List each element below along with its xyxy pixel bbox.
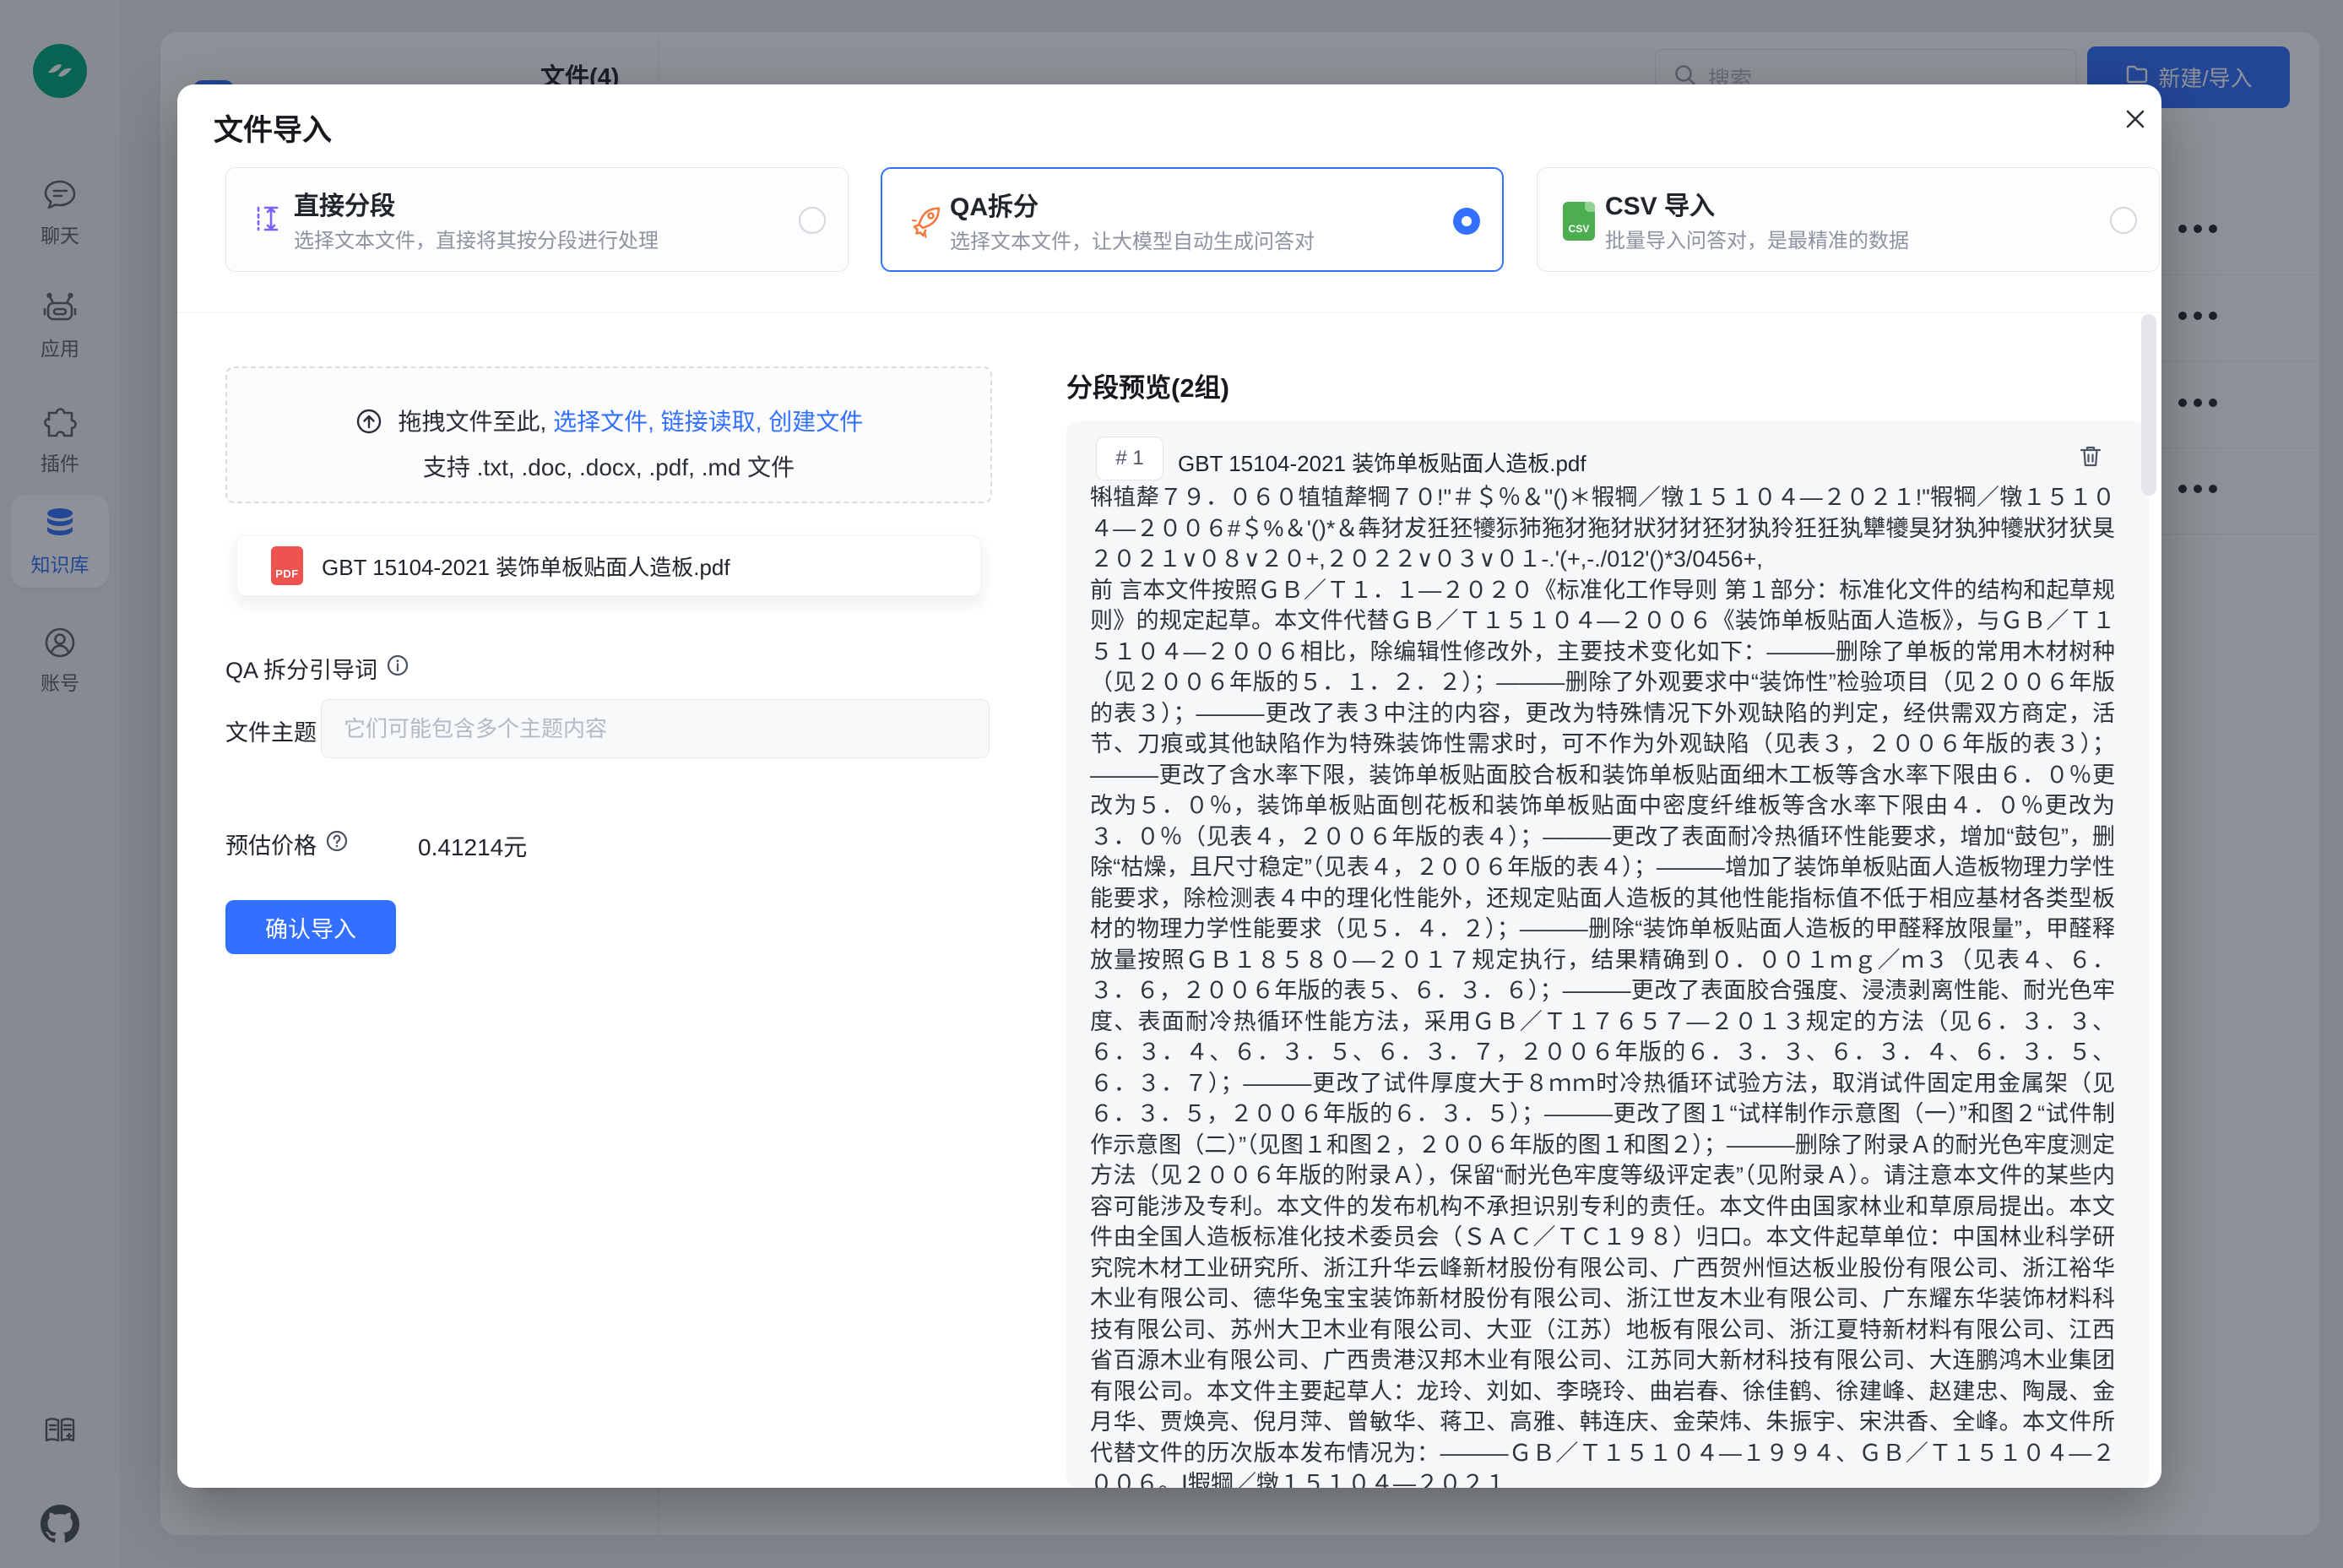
mode-title: CSV 导入 <box>1605 185 1715 222</box>
upload-links[interactable]: 选择文件, 链接读取, 创建文件 <box>553 409 863 435</box>
price-label-row: 预估价格 <box>225 827 349 860</box>
file-import-dialog: 文件导入 直接分段 选择文本文件，直接将其按分段进行处理 QA拆分 选择文本文件… <box>177 84 2161 1488</box>
csv-icon-label: CSV <box>1563 223 1595 235</box>
upload-dropzone[interactable]: 拖拽文件至此, 选择文件, 链接读取, 创建文件 支持 .txt, .doc, … <box>225 366 992 503</box>
segment-icon <box>252 202 285 240</box>
mode-card-csv-import[interactable]: CSV CSV 导入 批量导入问答对，是最精准的数据 <box>1537 167 2160 272</box>
upload-icon <box>355 409 399 435</box>
help-icon[interactable] <box>325 829 349 859</box>
uploaded-file-name: GBT 15104-2021 装饰单板贴面人造板.pdf <box>322 551 730 582</box>
delete-segment-button[interactable] <box>2076 442 2105 475</box>
section-divider <box>177 312 2161 313</box>
mode-title: QA拆分 <box>950 186 1039 223</box>
upload-hint: 拖拽文件至此, <box>399 409 554 435</box>
pdf-icon-label: PDF <box>271 567 303 580</box>
preview-file-name: GBT 15104-2021 装饰单板贴面人造板.pdf <box>1178 447 1586 478</box>
price-value: 0.41214元 <box>418 829 527 863</box>
mode-desc: 批量导入问答对，是最精准的数据 <box>1605 224 1909 253</box>
rocket-icon <box>908 203 943 242</box>
confirm-import-button[interactable]: 确认导入 <box>225 900 396 954</box>
csv-file-icon: CSV <box>1563 202 1595 241</box>
preview-card: # 1 GBT 15104-2021 装饰单板贴面人造板.pdf 犐犆犛７９．０… <box>1066 421 2149 1488</box>
segment-content: 犐犆犛７９．０６０犆犆犛犅７０!"＃＄％＆''()＊犌犅／犜１５１０４—２０２１… <box>1090 482 2115 1488</box>
radio-button[interactable] <box>1453 208 1480 235</box>
uploaded-file-item[interactable]: PDF GBT 15104-2021 装饰单板贴面人造板.pdf <box>236 535 981 596</box>
topic-label: 文件主题 <box>225 714 317 747</box>
price-label: 预估价格 <box>225 827 317 860</box>
mode-title: 直接分段 <box>294 185 395 222</box>
mode-desc: 选择文本文件，让大模型自动生成问答对 <box>950 225 1315 254</box>
topic-input[interactable] <box>321 699 990 758</box>
close-icon <box>2121 105 2150 138</box>
mode-card-direct-segment[interactable]: 直接分段 选择文本文件，直接将其按分段进行处理 <box>225 167 849 272</box>
preview-title: 分段预览(2组) <box>1066 366 1229 404</box>
info-icon[interactable] <box>386 654 409 683</box>
dialog-title: 文件导入 <box>214 106 332 149</box>
radio-button[interactable] <box>2110 207 2137 234</box>
segment-index-chip: # 1 <box>1096 437 1163 480</box>
radio-button[interactable] <box>799 207 826 234</box>
qa-prompt-label-row: QA 拆分引导词 <box>225 652 409 685</box>
mode-desc: 选择文本文件，直接将其按分段进行处理 <box>294 224 659 253</box>
upload-supported-types: 支持 .txt, .doc, .docx, .pdf, .md 文件 <box>227 449 990 483</box>
pdf-icon: PDF <box>271 546 303 585</box>
scrollbar-thumb[interactable] <box>2141 314 2156 496</box>
close-button[interactable] <box>2116 101 2155 140</box>
mode-card-qa-split[interactable]: QA拆分 选择文本文件，让大模型自动生成问答对 <box>881 167 1504 272</box>
qa-prompt-label: QA 拆分引导词 <box>225 652 377 685</box>
